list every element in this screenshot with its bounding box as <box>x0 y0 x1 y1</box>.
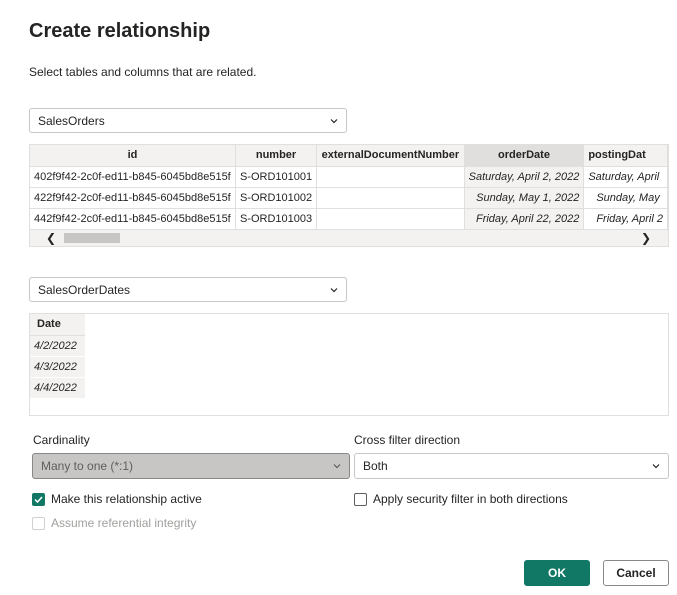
column-header-id[interactable]: id <box>30 145 236 167</box>
checkmark-icon[interactable] <box>32 492 45 506</box>
cell-externalDocumentNumber <box>316 187 465 209</box>
table-row: 4/4/2022 <box>30 377 85 399</box>
cardinality-label: Cardinality <box>33 433 90 447</box>
chevron-down-icon <box>330 287 338 292</box>
checkbox-disabled-icon <box>32 516 45 530</box>
security-filter-checkbox[interactable]: Apply security filter in both directions <box>354 492 568 506</box>
cell-orderDate: Sunday, May 1, 2022 <box>464 187 585 209</box>
make-active-label: Make this relationship active <box>51 492 202 506</box>
referential-integrity-label: Assume referential integrity <box>51 516 197 530</box>
table1-dropdown-value: SalesOrders <box>38 113 105 128</box>
checkbox-empty-icon[interactable] <box>354 492 367 506</box>
table-row: 402f9f42-2c0f-ed11-b845-6045bd8e515f S-O… <box>30 166 668 188</box>
table-row: 422f9f42-2c0f-ed11-b845-6045bd8e515f S-O… <box>30 187 668 209</box>
cell-number: S-ORD101001 <box>235 166 318 188</box>
cell-externalDocumentNumber <box>316 166 465 188</box>
cross-filter-value: Both <box>363 459 388 473</box>
table1-dropdown[interactable]: SalesOrders <box>29 108 347 133</box>
referential-integrity-checkbox: Assume referential integrity <box>32 516 196 530</box>
column-header-postingDate[interactable]: postingDat <box>583 145 668 167</box>
cell-number: S-ORD101002 <box>235 187 318 209</box>
table1-preview: id number externalDocumentNumber orderDa… <box>29 144 669 247</box>
chevron-down-icon <box>652 464 660 469</box>
table-row: 4/2/2022 <box>30 335 85 357</box>
cell-id: 402f9f42-2c0f-ed11-b845-6045bd8e515f <box>30 166 236 188</box>
dialog-subtitle: Select tables and columns that are relat… <box>29 65 257 79</box>
make-active-checkbox[interactable]: Make this relationship active <box>32 492 202 506</box>
cell-postingDate: Friday, April 2 <box>583 208 668 230</box>
cell-id: 442f9f42-2c0f-ed11-b845-6045bd8e515f <box>30 208 236 230</box>
cell-date: 4/2/2022 <box>30 335 85 357</box>
cancel-button[interactable]: Cancel <box>603 560 669 586</box>
scroll-right-icon[interactable]: ❯ <box>641 231 651 245</box>
cell-number: S-ORD101003 <box>235 208 318 230</box>
ok-button[interactable]: OK <box>524 560 590 586</box>
horizontal-scrollbar[interactable]: ❮ ❯ <box>30 230 668 246</box>
cell-postingDate: Sunday, May <box>583 187 668 209</box>
cell-postingDate: Saturday, April <box>583 166 668 188</box>
table-row: 4/3/2022 <box>30 356 85 378</box>
scroll-left-icon[interactable]: ❮ <box>46 231 56 245</box>
cell-date: 4/4/2022 <box>30 377 85 399</box>
table2-dropdown-value: SalesOrderDates <box>38 282 131 297</box>
security-filter-label: Apply security filter in both directions <box>373 492 568 506</box>
chevron-down-icon <box>330 118 338 123</box>
cross-filter-dropdown[interactable]: Both <box>354 453 669 479</box>
table-row: 442f9f42-2c0f-ed11-b845-6045bd8e515f S-O… <box>30 208 668 230</box>
cardinality-value: Many to one (*:1) <box>41 459 134 473</box>
table2-dropdown[interactable]: SalesOrderDates <box>29 277 347 302</box>
dialog-title: Create relationship <box>29 20 211 42</box>
column-header-date[interactable]: Date <box>30 314 85 336</box>
column-header-number[interactable]: number <box>235 145 318 167</box>
chevron-down-icon <box>333 464 341 469</box>
cell-id: 422f9f42-2c0f-ed11-b845-6045bd8e515f <box>30 187 236 209</box>
cell-externalDocumentNumber <box>316 208 465 230</box>
scrollbar-thumb[interactable] <box>64 233 120 243</box>
cross-filter-label: Cross filter direction <box>354 433 461 447</box>
cell-date: 4/3/2022 <box>30 356 85 378</box>
cell-orderDate: Friday, April 22, 2022 <box>464 208 585 230</box>
table2-preview: Date 4/2/2022 4/3/2022 4/4/2022 <box>29 313 669 416</box>
cardinality-dropdown[interactable]: Many to one (*:1) <box>32 453 350 479</box>
column-header-externalDocumentNumber[interactable]: externalDocumentNumber <box>316 145 465 167</box>
column-header-orderDate[interactable]: orderDate <box>464 145 585 167</box>
cell-orderDate: Saturday, April 2, 2022 <box>464 166 585 188</box>
